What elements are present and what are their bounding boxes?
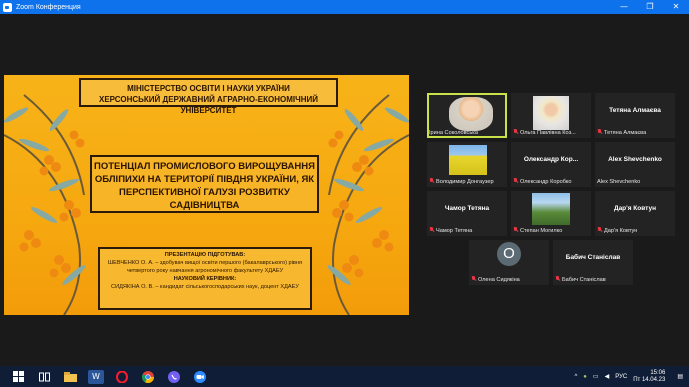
chevron-up-icon[interactable]: ^ xyxy=(574,374,577,380)
participant-display-name: Тетяна Алмаєва xyxy=(609,107,661,114)
network-icon[interactable]: ▭ xyxy=(593,373,599,380)
participant-display-name: Олександр Кор... xyxy=(523,156,579,163)
close-button[interactable]: ✕ xyxy=(663,0,689,14)
participant-name: Степан Могилко xyxy=(513,227,589,234)
mic-muted-icon xyxy=(429,227,434,233)
clock-time: 15:06 xyxy=(650,369,666,376)
prepared-heading: ПРЕЗЕНТАЦІЮ ПІДГОТУВАВ: xyxy=(164,252,246,258)
slide-title: ПОТЕНЦІАЛ ПРОМИСЛОВОГО ВИРОЩУВАННЯ ОБЛІП… xyxy=(90,155,319,213)
participant-name-text: Чамор Тетяна xyxy=(436,228,473,234)
taskbar-clock[interactable]: 15:06 Пт 14.04.23 xyxy=(633,370,665,384)
slide-credits: ПРЕЗЕНТАЦІЮ ПІДГОТУВАВ: ШЕВЧЕНКО О. А. –… xyxy=(98,247,312,310)
participant-tile[interactable]: Степан Могилко xyxy=(511,191,591,236)
chrome-icon[interactable] xyxy=(140,370,156,384)
participant-video xyxy=(449,97,493,131)
participant-name-text: Бабич Станіслав xyxy=(562,277,606,283)
zoom-taskbar-icon[interactable] xyxy=(192,370,208,384)
participant-tile[interactable]: Ольга Павлівна Коз... xyxy=(511,93,591,138)
participant-tile[interactable]: Alex Shevchenko Alex Shevchenko xyxy=(595,142,675,187)
volume-icon[interactable]: ◀ xyxy=(605,373,610,380)
participant-name: Бабич Станіслав xyxy=(555,276,631,283)
language-indicator[interactable]: РУС xyxy=(615,374,627,380)
participant-photo xyxy=(449,145,487,175)
windows-taskbar: W ^ ● ▭ ◀ РУС 15:06 Пт 14.04.23 ▤ xyxy=(0,366,689,387)
participant-name: Тетяна Алмаєва xyxy=(597,129,673,136)
participant-display-name: Чамор Тетяна xyxy=(444,205,490,212)
participant-name-text: Володимир Донгаузер xyxy=(436,179,494,185)
zoom-app-icon xyxy=(3,2,12,12)
word-icon[interactable]: W xyxy=(88,369,104,384)
viber-icon[interactable] xyxy=(166,370,182,384)
mic-muted-icon xyxy=(513,178,518,184)
participant-name: Володимир Донгаузер xyxy=(429,178,505,185)
participant-name-text: Олександр Коробко xyxy=(520,179,572,185)
ministry-line-1: МІНІСТЕРСТВО ОСВІТИ І НАУКИ УКРАЇНИ xyxy=(127,84,290,93)
participant-name: Дар'я Ковтун xyxy=(597,227,673,234)
participant-name: Ольга Павлівна Коз... xyxy=(513,129,589,136)
prepared-by: ШЕВЧЕНКО О. А. – здобувач вищої освіти п… xyxy=(107,260,303,274)
participant-name: Олена Сидякіна xyxy=(471,276,547,283)
participant-tile[interactable]: Тетяна Алмаєва Тетяна Алмаєва xyxy=(595,93,675,138)
mic-muted-icon xyxy=(429,178,434,184)
participant-tile[interactable]: Володимир Донгаузер xyxy=(427,142,507,187)
participant-photo xyxy=(533,96,569,130)
supervisor-heading: НАУКОВИЙ КЕРІВНИК: xyxy=(173,276,237,282)
notifications-icon[interactable]: ▤ xyxy=(677,373,683,380)
mic-muted-icon xyxy=(513,129,518,135)
meeting-stage: МІНІСТЕРСТВО ОСВІТИ І НАУКИ УКРАЇНИ ХЕРС… xyxy=(0,14,689,366)
clock-date: Пт 14.04.23 xyxy=(633,376,666,383)
participant-name-text: Степан Могилко xyxy=(520,228,563,234)
participant-name-text: Ольга Павлівна Коз... xyxy=(520,130,576,136)
minimize-button[interactable]: — xyxy=(611,0,637,14)
supervisor: СИДЯКІНА О. В. – кандидат сільськогоспод… xyxy=(111,284,299,290)
participant-name: Ірина Соколовська xyxy=(429,130,478,136)
opera-icon[interactable] xyxy=(114,370,130,384)
window-title: Zoom Конференция xyxy=(16,3,81,11)
participant-tile[interactable]: O Олена Сидякіна xyxy=(469,240,549,285)
participant-name: Чамор Тетяна xyxy=(429,227,505,234)
shared-slide: МІНІСТЕРСТВО ОСВІТИ І НАУКИ УКРАЇНИ ХЕРС… xyxy=(4,75,409,315)
participant-name-text: Тетяна Алмаєва xyxy=(604,130,647,136)
participant-name-text: Олена Сидякіна xyxy=(478,277,520,283)
maximize-button[interactable]: ❐ xyxy=(637,0,663,14)
participant-photo xyxy=(532,193,570,225)
participant-display-name: Alex Shevchenko xyxy=(608,156,662,163)
window-titlebar: Zoom Конференция — ❐ ✕ xyxy=(0,0,689,14)
windows-start-icon[interactable] xyxy=(10,370,26,384)
participant-display-name: Бабич Станіслав xyxy=(565,254,621,261)
participant-tile[interactable]: Бабич Станіслав Бабич Станіслав xyxy=(553,240,633,285)
participant-name: Олександр Коробко xyxy=(513,178,589,185)
ministry-line-2: ХЕРСОНСЬКИЙ ДЕРЖАВНИЙ АГРАРНО-ЕКОНОМІЧНИ… xyxy=(98,95,319,115)
system-tray: ^ ● ▭ ◀ РУС 15:06 Пт 14.04.23 ▤ xyxy=(574,366,689,387)
participant-tile[interactable]: Чамор Тетяна Чамор Тетяна xyxy=(427,191,507,236)
file-explorer-icon[interactable] xyxy=(62,370,78,384)
mic-muted-icon xyxy=(471,276,476,282)
participant-name: Alex Shevchenko xyxy=(597,179,641,185)
mic-muted-icon xyxy=(513,227,518,233)
participant-tile[interactable]: Дар'я Ковтун Дар'я Ковтун xyxy=(595,191,675,236)
mic-muted-icon xyxy=(597,129,602,135)
participant-avatar: O xyxy=(497,242,521,266)
task-view-icon[interactable] xyxy=(36,370,52,384)
security-icon[interactable]: ● xyxy=(583,374,587,380)
mic-muted-icon xyxy=(555,276,560,282)
participant-tile[interactable]: Ірина Соколовська xyxy=(427,93,507,138)
participant-name-text: Дар'я Ковтун xyxy=(604,228,638,234)
ministry-header: МІНІСТЕРСТВО ОСВІТИ І НАУКИ УКРАЇНИ ХЕРС… xyxy=(79,78,338,115)
participant-tile[interactable]: Олександр Кор... Олександр Коробко xyxy=(511,142,591,187)
participant-display-name: Дар'я Ковтун xyxy=(613,205,657,212)
mic-muted-icon xyxy=(597,227,602,233)
